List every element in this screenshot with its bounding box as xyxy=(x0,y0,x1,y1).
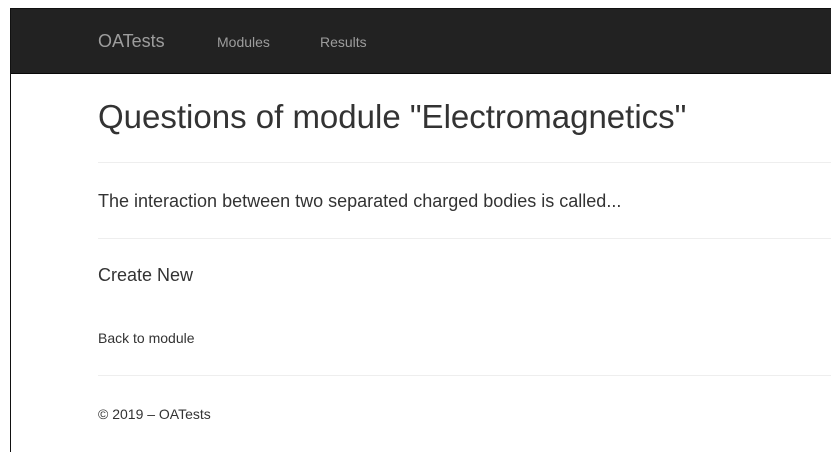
question-item: The interaction between two separated ch… xyxy=(98,191,622,211)
nav-link-results[interactable]: Results xyxy=(320,33,367,51)
nav-link-modules[interactable]: Modules xyxy=(217,33,270,51)
page-title: Questions of module "Electromagnetics" xyxy=(98,98,687,135)
navbar-brand-link[interactable]: OATests xyxy=(98,29,165,53)
browser-viewport: OATests Modules Results Questions of mod… xyxy=(10,8,831,452)
footer-copyright: © 2019 – OATests xyxy=(98,406,211,422)
create-new-link[interactable]: Create New xyxy=(98,263,193,287)
divider xyxy=(98,162,831,163)
back-to-module-link[interactable]: Back to module xyxy=(98,329,195,347)
footer-divider xyxy=(98,375,831,376)
navbar: OATests Modules Results xyxy=(11,9,831,74)
divider xyxy=(98,238,831,239)
